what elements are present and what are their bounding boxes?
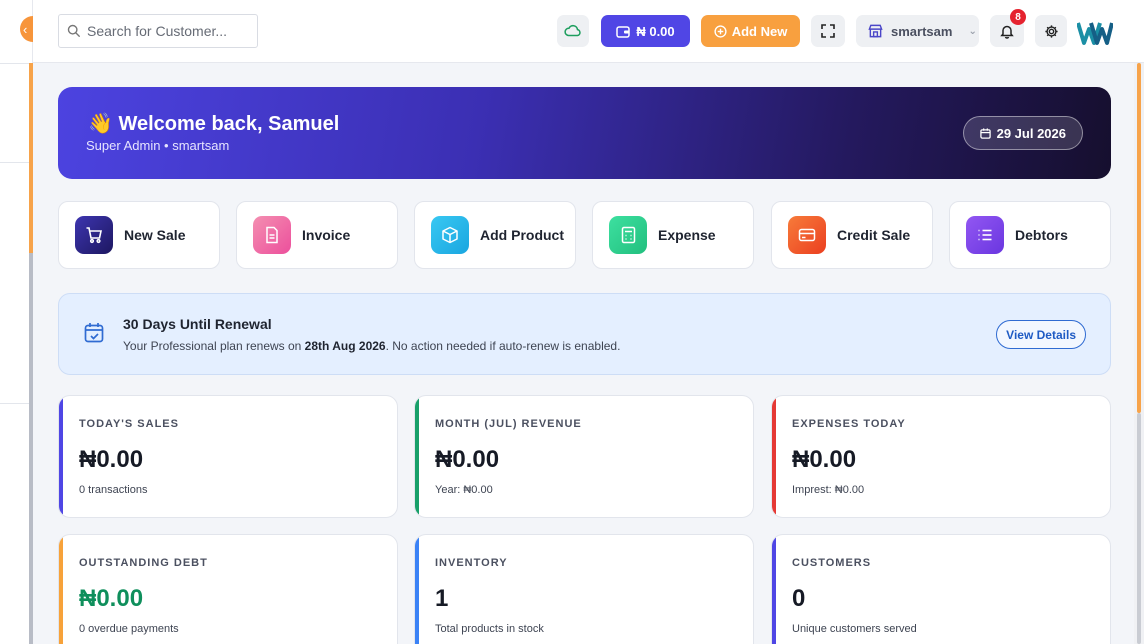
welcome-title-text: Welcome back, Samuel	[118, 113, 340, 135]
stat-value: ₦0.00	[79, 446, 144, 473]
top-bar: ₦ 0.00 Add New smartsam ⌄ 8	[33, 0, 1144, 63]
quick-action-new-sale[interactable]: New Sale	[58, 201, 220, 269]
stat-accent-bar	[59, 535, 63, 644]
bell-icon	[1000, 25, 1014, 39]
sidebar-accent	[29, 63, 33, 253]
renewal-date: 28th Aug 2026	[304, 339, 386, 353]
stat-accent-bar	[415, 396, 419, 517]
stat-label: EXPENSES TODAY	[792, 418, 906, 430]
gear-icon	[1044, 24, 1058, 38]
search-box[interactable]	[58, 14, 258, 48]
stat-card-outstanding-debt[interactable]: OUTSTANDING DEBT ₦0.00 0 overdue payment…	[58, 534, 398, 644]
calendar-icon	[979, 127, 991, 139]
stat-label: OUTSTANDING DEBT	[79, 557, 208, 569]
quick-action-label: Add Product	[480, 227, 564, 243]
store-selector[interactable]: smartsam ⌄	[856, 15, 979, 47]
calendar-check-icon	[84, 323, 104, 343]
stat-value: ₦0.00	[79, 585, 144, 612]
sync-button[interactable]	[557, 15, 589, 47]
list-icon	[966, 216, 1004, 254]
stat-subtext: Year: ₦0.00	[435, 484, 493, 496]
add-new-button[interactable]: Add New	[701, 15, 800, 47]
box-icon	[431, 216, 469, 254]
notification-badge: 8	[1010, 9, 1026, 25]
stat-value: ₦0.00	[435, 446, 500, 473]
stat-accent-bar	[772, 535, 776, 644]
stat-value: ₦0.00	[792, 446, 857, 473]
stat-card-month-revenue[interactable]: MONTH (JUL) REVENUE ₦0.00 Year: ₦0.00	[414, 395, 754, 518]
quick-action-add-product[interactable]: Add Product	[414, 201, 576, 269]
renewal-text-start: Your Professional plan renews on	[123, 339, 305, 353]
stat-accent-bar	[59, 396, 63, 517]
wallet-balance: ₦ 0.00	[636, 23, 675, 39]
stat-subtext: Total products in stock	[435, 623, 544, 635]
stat-value: 1	[435, 585, 449, 612]
settings-button[interactable]	[1035, 15, 1067, 47]
renewal-title: 30 Days Until Renewal	[123, 316, 272, 332]
document-icon	[253, 216, 291, 254]
search-icon	[67, 24, 80, 37]
sidebar-scroll-rest	[29, 253, 33, 644]
stat-label: CUSTOMERS	[792, 557, 872, 569]
stat-label: MONTH (JUL) REVENUE	[435, 418, 582, 430]
stat-subtext: 0 transactions	[79, 484, 148, 496]
cloud-sync-icon	[564, 24, 581, 37]
quick-action-label: Credit Sale	[837, 227, 911, 243]
quick-action-debtors[interactable]: Debtors	[949, 201, 1111, 269]
cart-icon	[75, 216, 113, 254]
quick-action-label: Invoice	[302, 227, 351, 243]
chevron-down-icon: ⌄	[968, 25, 977, 37]
wallet-balance-button[interactable]: ₦ 0.00	[601, 15, 690, 47]
stat-value: 0	[792, 585, 806, 612]
welcome-title: 👋 Welcome back, Samuel	[88, 111, 339, 136]
date-badge: 29 Jul 2026	[962, 116, 1083, 150]
stat-label: INVENTORY	[435, 557, 508, 569]
scrollbar-thumb[interactable]	[1137, 63, 1141, 413]
stat-card-inventory[interactable]: INVENTORY 1 Total products in stock	[414, 534, 754, 644]
quick-action-expense[interactable]: Expense	[592, 201, 754, 269]
quick-action-invoice[interactable]: Invoice	[236, 201, 398, 269]
add-new-label: Add New	[731, 23, 788, 39]
fullscreen-button[interactable]	[811, 15, 845, 47]
welcome-banner: 👋 Welcome back, Samuel Super Admin • sma…	[58, 87, 1111, 179]
fullscreen-icon	[821, 24, 835, 38]
credit-card-icon	[788, 216, 826, 254]
store-name: smartsam	[891, 23, 953, 39]
chevron-left-icon: ‹	[23, 21, 28, 37]
stat-accent-bar	[772, 396, 776, 517]
wave-emoji: 👋	[88, 113, 113, 135]
stat-subtext: 0 overdue payments	[79, 623, 179, 635]
wallet-icon	[616, 25, 631, 38]
stat-label: TODAY'S SALES	[79, 418, 179, 430]
plus-circle-icon	[714, 24, 727, 38]
brand-logo[interactable]	[1077, 17, 1113, 47]
stat-card-todays-sales[interactable]: TODAY'S SALES ₦0.00 0 transactions	[58, 395, 398, 518]
quick-action-credit-sale[interactable]: Credit Sale	[771, 201, 933, 269]
current-date: 29 Jul 2026	[996, 125, 1066, 141]
calculator-icon	[609, 216, 647, 254]
view-details-button[interactable]: View Details	[996, 320, 1086, 349]
search-input[interactable]	[87, 23, 247, 39]
renewal-text-end: . No action needed if auto-renew is enab…	[385, 339, 621, 353]
renewal-text: Your Professional plan renews on 28th Au…	[123, 339, 620, 353]
store-icon	[868, 24, 883, 38]
welcome-subtitle: Super Admin • smartsam	[86, 138, 230, 153]
notifications-button[interactable]: 8	[990, 9, 1026, 47]
stat-subtext: Imprest: ₦0.00	[792, 484, 865, 496]
quick-action-label: Debtors	[1015, 227, 1068, 243]
scrollbar-rest	[1137, 413, 1141, 644]
stat-subtext: Unique customers served	[792, 623, 917, 635]
stat-accent-bar	[415, 535, 419, 644]
stat-card-expenses-today[interactable]: EXPENSES TODAY ₦0.00 Imprest: ₦0.00	[771, 395, 1111, 518]
quick-action-label: Expense	[658, 227, 716, 243]
quick-action-label: New Sale	[124, 227, 186, 243]
stat-card-customers[interactable]: CUSTOMERS 0 Unique customers served	[771, 534, 1111, 644]
renewal-notice: 30 Days Until Renewal Your Professional …	[58, 293, 1111, 375]
